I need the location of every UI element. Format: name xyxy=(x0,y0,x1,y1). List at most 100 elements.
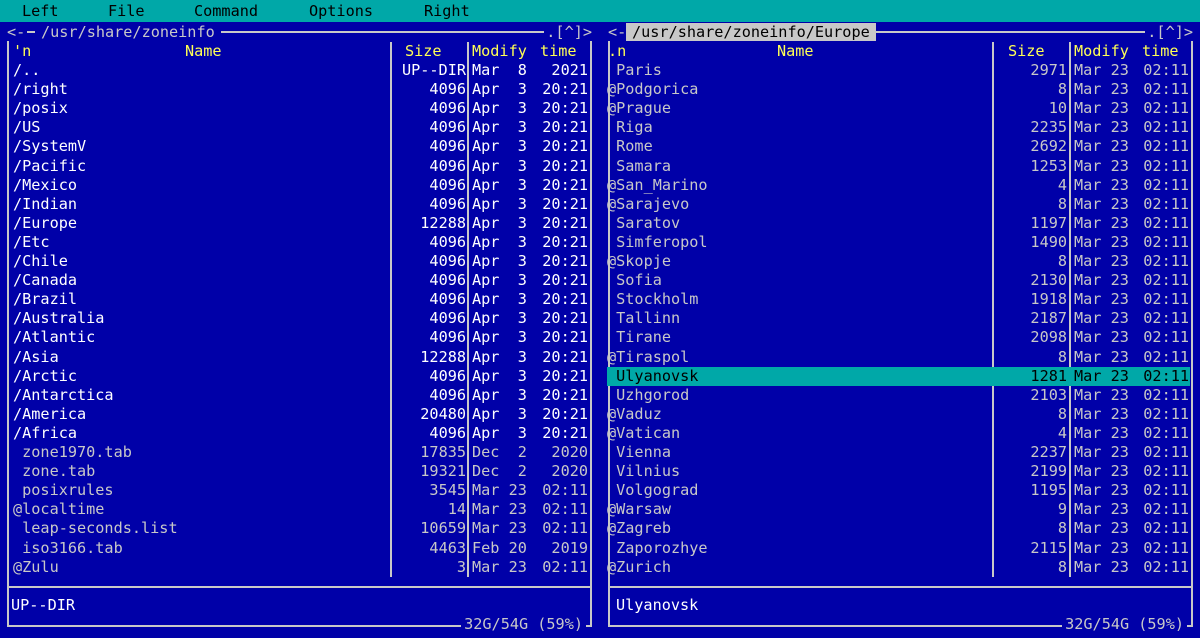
history-left-button[interactable]: <- xyxy=(606,23,629,41)
file-row[interactable]: /America 20480 Apr 3 20:21 xyxy=(6,405,589,424)
file-row[interactable]: /posix 4096 Apr 3 20:21 xyxy=(6,99,589,118)
file-row[interactable]: /Indian 4096 Apr 3 20:21 xyxy=(6,195,589,214)
file-row[interactable]: @Tiraspol 8 Mar 23 02:11 xyxy=(607,348,1190,367)
file-row[interactable]: Volgograd 1195 Mar 23 02:11 xyxy=(607,481,1190,500)
file-row[interactable]: Riga 2235 Mar 23 02:11 xyxy=(607,118,1190,137)
file-row[interactable]: leap-seconds.list 10659 Mar 23 02:11 xyxy=(6,519,589,538)
column-header-modify[interactable]: Modify xyxy=(472,42,527,61)
file-row[interactable]: @San_Marino 4 Mar 23 02:11 xyxy=(607,176,1190,195)
file-date: Mar 23 xyxy=(472,481,527,500)
file-row[interactable]: /Brazil 4096 Apr 3 20:21 xyxy=(6,290,589,309)
file-date: Apr 3 xyxy=(472,175,527,194)
file-row[interactable]: /Etc 4096 Apr 3 20:21 xyxy=(6,233,589,252)
file-row[interactable]: posixrules 3545 Mar 23 02:11 xyxy=(6,481,589,500)
file-time: 20:21 xyxy=(542,252,588,270)
column-header-size[interactable]: Size xyxy=(405,42,442,61)
file-row[interactable]: Sofia 2130 Mar 23 02:11 xyxy=(607,271,1190,290)
file-row[interactable]: @localtime 14 Mar 23 02:11 xyxy=(6,500,589,519)
file-row[interactable]: /SystemV 4096 Apr 3 20:21 xyxy=(6,137,589,156)
history-left-button[interactable]: <- xyxy=(5,23,28,41)
file-date: Mar 23 xyxy=(472,557,527,576)
file-size: 8 xyxy=(1057,194,1067,213)
file-row[interactable]: Saratov 1197 Mar 23 02:11 xyxy=(607,214,1190,233)
file-row[interactable]: /Australia 4096 Apr 3 20:21 xyxy=(6,309,589,328)
file-row[interactable]: Samara 1253 Mar 23 02:11 xyxy=(607,157,1190,176)
file-row[interactable]: @Warsaw 9 Mar 23 02:11 xyxy=(607,500,1190,519)
file-row[interactable]: zone.tab 19321 Dec 2 2020 xyxy=(6,462,589,481)
sort-indicator[interactable]: 'n xyxy=(13,42,31,61)
file-row[interactable]: /Europe 12288 Apr 3 20:21 xyxy=(6,214,589,233)
disk-usage: 32G/54G (59%) xyxy=(1062,615,1187,634)
column-header-time[interactable]: time xyxy=(1142,42,1179,61)
file-row[interactable]: /right 4096 Apr 3 20:21 xyxy=(6,80,589,99)
file-time: 02:11 xyxy=(1143,500,1189,519)
file-row[interactable]: /Antarctica 4096 Apr 3 20:21 xyxy=(6,386,589,405)
file-row[interactable]: @Vaduz 8 Mar 23 02:11 xyxy=(607,405,1190,424)
file-row[interactable]: iso3166.tab 4463 Feb 20 2019 xyxy=(6,539,589,558)
file-row[interactable]: /Canada 4096 Apr 3 20:21 xyxy=(6,271,589,290)
panel-corner-controls[interactable]: .[^]> xyxy=(544,23,594,41)
file-size: 4463 xyxy=(429,538,466,557)
column-header-time[interactable]: time xyxy=(540,42,577,61)
file-name: Vienna xyxy=(607,443,672,461)
file-name: /US xyxy=(13,118,41,137)
file-row[interactable]: /Arctic 4096 Apr 3 20:21 xyxy=(6,367,589,386)
file-row-selected[interactable]: Ulyanovsk 1281 Mar 23 02:11 xyxy=(607,366,1190,386)
file-row[interactable]: @Podgorica 8 Mar 23 02:11 xyxy=(607,80,1190,99)
menu-options[interactable]: Options xyxy=(309,2,373,20)
file-size: 8 xyxy=(1057,519,1067,538)
right-panel[interactable]: <- /usr/share/zoneinfo/Europe .[^]> .n N… xyxy=(604,22,1197,634)
file-row[interactable]: /Chile 4096 Apr 3 20:21 xyxy=(6,252,589,271)
file-row[interactable]: /.. UP--DIR Mar 8 2021 xyxy=(6,61,589,80)
left-panel[interactable]: <- /usr/share/zoneinfo .[^]> 'n Name Siz… xyxy=(3,22,596,634)
file-row[interactable]: @Vatican 4 Mar 23 02:11 xyxy=(607,424,1190,443)
file-row[interactable]: /Atlantic 4096 Apr 3 20:21 xyxy=(6,328,589,347)
file-row[interactable]: @Sarajevo 8 Mar 23 02:11 xyxy=(607,195,1190,214)
file-row[interactable]: /Africa 4096 Apr 3 20:21 xyxy=(6,424,589,443)
menu-left[interactable]: Left xyxy=(22,2,59,20)
file-size: 3 xyxy=(456,557,466,576)
file-date: Apr 3 xyxy=(472,366,527,385)
file-row[interactable]: Tallinn 2187 Mar 23 02:11 xyxy=(607,309,1190,328)
panel-corner-controls[interactable]: .[^]> xyxy=(1145,23,1195,41)
menu-command[interactable]: Command xyxy=(194,2,258,20)
file-row[interactable]: @Zulu 3 Mar 23 02:11 xyxy=(6,558,589,577)
menu-right[interactable]: Right xyxy=(424,2,470,20)
column-header-size[interactable]: Size xyxy=(1008,42,1045,61)
file-time: 02:11 xyxy=(1143,462,1189,481)
column-header-modify[interactable]: Modify xyxy=(1074,42,1129,61)
file-row[interactable]: Uzhgorod 2103 Mar 23 02:11 xyxy=(607,386,1190,405)
file-row[interactable]: Tirane 2098 Mar 23 02:11 xyxy=(607,328,1190,347)
column-header-name[interactable]: Name xyxy=(777,42,814,61)
file-time: 02:11 xyxy=(1143,423,1189,442)
file-row[interactable]: @Prague 10 Mar 23 02:11 xyxy=(607,99,1190,118)
file-row[interactable]: /US 4096 Apr 3 20:21 xyxy=(6,118,589,137)
file-time: 02:11 xyxy=(1143,481,1189,500)
column-header-name[interactable]: Name xyxy=(185,42,222,61)
file-size: 4096 xyxy=(429,99,466,118)
file-size: 1195 xyxy=(1030,481,1067,500)
menu-file[interactable]: File xyxy=(108,2,145,20)
file-time: 02:11 xyxy=(1143,194,1189,213)
file-time: 20:21 xyxy=(542,232,588,251)
file-row[interactable]: @Zagreb 8 Mar 23 02:11 xyxy=(607,519,1190,538)
file-date: Apr 3 xyxy=(472,309,527,328)
file-row[interactable]: Paris 2971 Mar 23 02:11 xyxy=(607,61,1190,80)
file-row[interactable]: zone1970.tab 17835 Dec 2 2020 xyxy=(6,443,589,462)
file-row[interactable]: Simferopol 1490 Mar 23 02:11 xyxy=(607,233,1190,252)
file-row[interactable]: @Zurich 8 Mar 23 02:11 xyxy=(607,558,1190,577)
file-row[interactable]: Vilnius 2199 Mar 23 02:11 xyxy=(607,462,1190,481)
file-row[interactable]: Rome 2692 Mar 23 02:11 xyxy=(607,137,1190,156)
file-size: 2971 xyxy=(1030,61,1067,79)
file-row[interactable]: Stockholm 1918 Mar 23 02:11 xyxy=(607,290,1190,309)
file-row[interactable]: Zaporozhye 2115 Mar 23 02:11 xyxy=(607,539,1190,558)
file-time: 20:21 xyxy=(542,328,588,347)
file-row[interactable]: /Pacific 4096 Apr 3 20:21 xyxy=(6,157,589,176)
file-row[interactable]: /Asia 12288 Apr 3 20:21 xyxy=(6,348,589,367)
file-size: 1918 xyxy=(1030,290,1067,309)
sort-indicator[interactable]: .n xyxy=(608,42,626,61)
file-date: Mar 23 xyxy=(1074,309,1129,328)
file-row[interactable]: @Skopje 8 Mar 23 02:11 xyxy=(607,252,1190,271)
file-row[interactable]: /Mexico 4096 Apr 3 20:21 xyxy=(6,176,589,195)
file-row[interactable]: Vienna 2237 Mar 23 02:11 xyxy=(607,443,1190,462)
